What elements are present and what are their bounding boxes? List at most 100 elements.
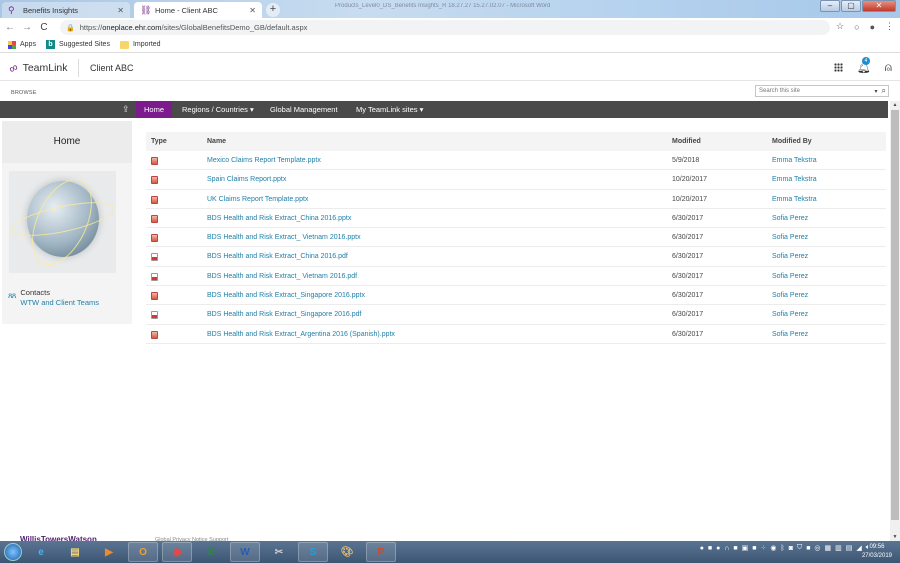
tray-icon[interactable]: ▣ [742, 544, 749, 552]
column-header-modified[interactable]: Modified [672, 132, 701, 151]
tray-icon[interactable]: ● [700, 545, 704, 552]
document-name-link[interactable]: BDS Health and Risk Extract_Argentina 20… [207, 325, 395, 344]
file-explorer-icon[interactable]: ▤ [60, 542, 90, 562]
modified-by-link[interactable]: Sofia Perez [772, 267, 808, 286]
modified-by-link[interactable]: Sofia Perez [772, 228, 808, 247]
tray-icon[interactable]: ◙ [789, 545, 793, 552]
internet-explorer-icon[interactable]: e [26, 542, 56, 562]
tab-home-client-abc[interactable]: ⛓ Home - Client ABC ✕ [134, 2, 262, 18]
nav-global-management[interactable]: Global Management [262, 101, 346, 118]
reload-button[interactable]: C [37, 22, 51, 33]
column-header-modified-by[interactable]: Modified By [772, 132, 812, 151]
tray-icon[interactable]: ◉ [770, 544, 776, 552]
pdf-file-icon[interactable] [151, 253, 158, 262]
tab-benefits-insights[interactable]: ⚲ Benefits Insights ✕ [2, 2, 130, 18]
powerpoint-file-icon[interactable] [151, 195, 158, 204]
close-tab-icon[interactable]: ✕ [249, 6, 256, 15]
tray-icon[interactable]: ▤ [846, 544, 853, 552]
tray-icon[interactable]: ■ [752, 545, 756, 552]
pdf-file-icon[interactable] [151, 311, 158, 320]
modified-by-link[interactable]: Sofia Perez [772, 286, 808, 305]
document-row[interactable]: BDS Health and Risk Extract_ Vietnam 201… [146, 228, 886, 248]
pdf-file-icon[interactable] [151, 272, 158, 281]
scrollbar-thumb[interactable] [891, 110, 899, 520]
document-name-link[interactable]: BDS Health and Risk Extract_Singapore 20… [207, 305, 361, 324]
search-scope-dropdown-icon[interactable]: ▾ [875, 88, 878, 95]
powerpoint-file-icon[interactable] [151, 330, 158, 339]
modified-by-link[interactable]: Emma Tekstra [772, 170, 817, 189]
document-name-link[interactable]: BDS Health and Risk Extract_ Vietnam 201… [207, 228, 361, 247]
document-name-link[interactable]: BDS Health and Risk Extract_Singapore 20… [207, 286, 365, 305]
tray-icon[interactable]: ■ [708, 545, 712, 552]
share-icon[interactable]: ⇪ [122, 104, 130, 115]
nav-my-teamlink-sites[interactable]: My TeamLink sites ▾ [348, 101, 431, 118]
close-window-button[interactable]: ✕ [862, 0, 896, 12]
site-title[interactable]: Client ABC [90, 63, 134, 73]
nav-home[interactable]: Home [136, 101, 173, 118]
powerpoint-file-icon[interactable] [151, 292, 158, 301]
page-scrollbar[interactable]: ▲ ▼ [890, 101, 900, 541]
document-row[interactable]: BDS Health and Risk Extract_China 2016.p… [146, 247, 886, 267]
skype-icon[interactable]: S [298, 542, 328, 562]
system-clock[interactable]: 09:56 27/03/2019 [862, 543, 892, 561]
powerpoint-file-icon[interactable] [151, 157, 158, 165]
scroll-up-arrow-icon[interactable]: ▲ [890, 102, 900, 108]
tray-icon[interactable]: ▥ [835, 544, 842, 552]
bookmark-star-icon[interactable]: ☆ [836, 21, 844, 32]
browse-tab[interactable]: BROWSE [11, 90, 37, 96]
app-launcher-icon[interactable] [833, 63, 843, 72]
outlook-icon[interactable]: O [128, 542, 158, 562]
profile-icon[interactable]: ● [870, 22, 875, 32]
modified-by-link[interactable]: Emma Tekstra [772, 151, 817, 170]
document-row[interactable]: BDS Health and Risk Extract_China 2016.p… [146, 209, 886, 229]
document-row[interactable]: BDS Health and Risk Extract_Singapore 20… [146, 286, 886, 306]
powerpoint-file-icon[interactable] [151, 214, 158, 223]
word-icon[interactable]: W [230, 542, 260, 562]
document-name-link[interactable]: Spain Claims Report.pptx [207, 170, 286, 189]
forward-button[interactable]: → [20, 22, 34, 33]
modified-by-link[interactable]: Sofia Perez [772, 209, 808, 228]
shield-icon[interactable]: ⛉ [797, 544, 802, 552]
modified-by-link[interactable]: Emma Tekstra [772, 190, 817, 209]
bookmark-imported[interactable]: Imported [119, 40, 161, 49]
close-tab-icon[interactable]: ✕ [117, 6, 124, 15]
document-name-link[interactable]: BDS Health and Risk Extract_China 2016.p… [207, 247, 348, 266]
powerpoint-icon[interactable]: P [366, 542, 396, 562]
new-tab-button[interactable]: + [266, 3, 280, 17]
tray-icon[interactable]: ■ [806, 545, 810, 552]
chrome-icon[interactable]: ◉ [162, 542, 192, 562]
search-icon[interactable]: ⌕ [882, 86, 886, 96]
bluetooth-icon[interactable]: ᛒ [781, 545, 785, 552]
extension-icon[interactable]: ○ [854, 22, 859, 32]
document-row[interactable]: UK Claims Report Template.pptx 10/20/2017… [146, 190, 886, 209]
tray-icon[interactable]: ● [716, 545, 720, 552]
minimize-button[interactable]: – [820, 0, 840, 12]
modified-by-link[interactable]: Sofia Perez [772, 247, 808, 266]
snipping-tool-icon[interactable]: ✂ [264, 542, 294, 562]
document-row[interactable]: BDS Health and Risk Extract_Argentina 20… [146, 325, 886, 344]
bookmark-suggested-sites[interactable]: b Suggested Sites [45, 40, 110, 49]
tray-icon[interactable]: ∩ [724, 545, 729, 552]
modified-by-link[interactable]: Sofia Perez [772, 305, 808, 324]
document-row[interactable]: Spain Claims Report.pptx 10/20/2017 Emma T… [146, 170, 886, 190]
url-input[interactable]: 🔒 https://oneplace.ehr.com/sites/GlobalB… [60, 20, 830, 35]
tray-icon[interactable]: ▦ [825, 544, 832, 552]
paint-icon[interactable]: 🎨︎ [332, 542, 362, 562]
tray-icon[interactable]: ⁘ [761, 544, 767, 552]
powerpoint-file-icon[interactable] [151, 234, 158, 243]
start-button[interactable] [4, 543, 22, 561]
modified-by-link[interactable]: Sofia Perez [772, 325, 808, 344]
powerpoint-file-icon[interactable] [151, 176, 158, 185]
document-row[interactable]: BDS Health and Risk Extract_Singapore 20… [146, 305, 886, 325]
contacts-link[interactable]: WTW and Client Teams [20, 298, 99, 307]
tray-icon[interactable]: ◎ [814, 544, 820, 552]
document-row[interactable]: BDS Health and Risk Extract_ Vietnam 201… [146, 267, 886, 287]
tray-icon[interactable]: ■ [733, 545, 737, 552]
bookmark-apps[interactable]: Apps [8, 40, 36, 49]
user-account-icon[interactable]: ⍝ [885, 60, 892, 75]
notifications-button[interactable]: 🔔︎ 4 [857, 57, 871, 74]
site-search-input[interactable]: Search this site ▾ ⌕ [755, 85, 889, 97]
excel-icon[interactable]: X [196, 542, 226, 562]
menu-kebab-icon[interactable]: ⋮ [885, 21, 894, 32]
document-row[interactable]: Mexico Claims Report Template.pptx 5/9/20… [146, 151, 886, 171]
